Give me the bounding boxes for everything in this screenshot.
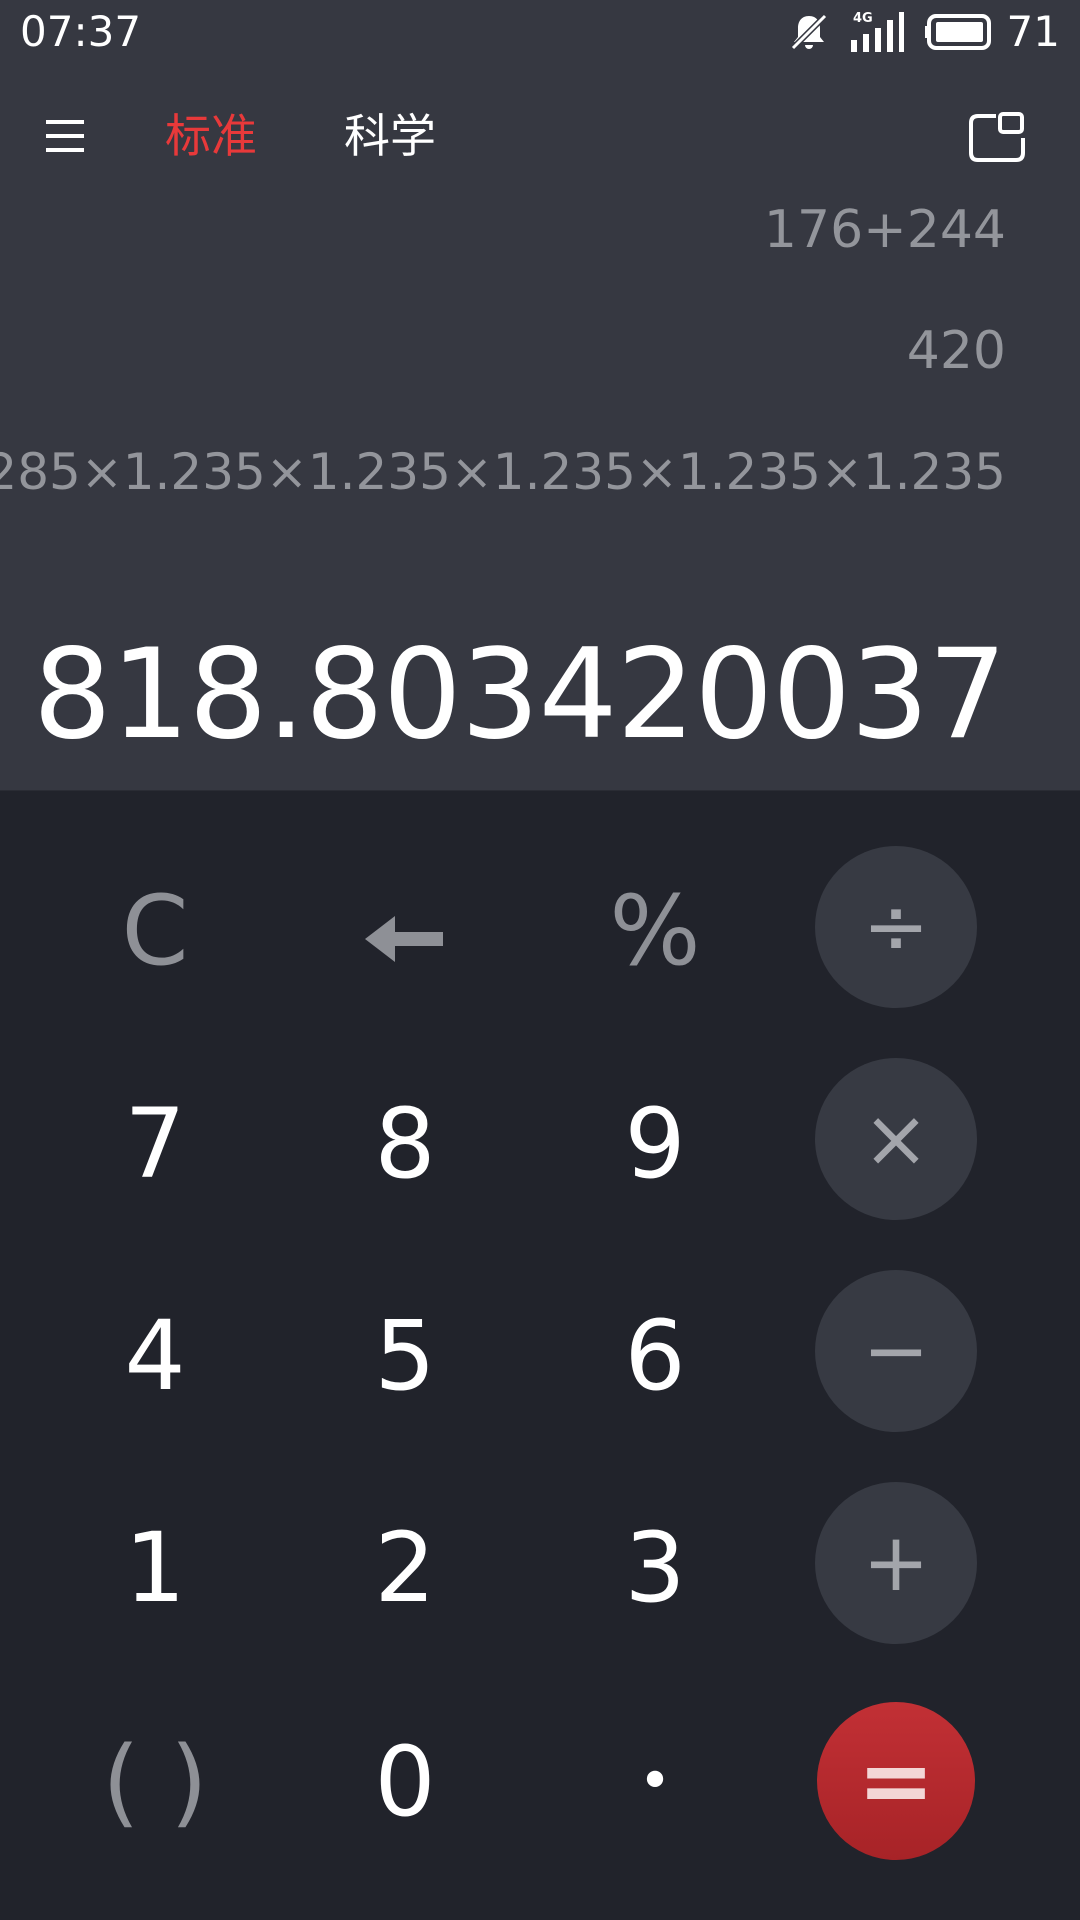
backspace-button[interactable]	[305, 851, 505, 1011]
backspace-arrow-icon	[365, 881, 445, 981]
digit-5-button[interactable]: 5	[305, 1276, 505, 1436]
tab-standard[interactable]: 标准	[165, 106, 257, 166]
digit-3-button[interactable]: 3	[555, 1488, 755, 1648]
display-area: 07:37 4G 71 标准 科学 176+244 420 285×1.235×…	[0, 0, 1080, 791]
network-type-label: 4G	[853, 11, 873, 26]
digit-4-button[interactable]: 4	[55, 1276, 255, 1436]
tab-scientific[interactable]: 科学	[344, 106, 436, 166]
battery-icon	[924, 12, 997, 52]
digit-7-button[interactable]: 7	[55, 1064, 255, 1224]
picture-in-picture-icon[interactable]	[968, 112, 1026, 164]
digit-2-button[interactable]: 2	[305, 1488, 505, 1648]
digit-8-button[interactable]: 8	[305, 1064, 505, 1224]
result-display[interactable]: 818.803420037	[33, 625, 1007, 765]
subtract-button[interactable]: −	[815, 1270, 977, 1432]
percent-button[interactable]: %	[555, 851, 755, 1011]
equals-button[interactable]: =	[817, 1702, 975, 1860]
battery-level: 71	[1006, 7, 1060, 56]
history-result-1[interactable]: 420	[907, 321, 1006, 381]
history-expression-1[interactable]: 176+244	[764, 200, 1006, 260]
digit-9-button[interactable]: 9	[555, 1064, 755, 1224]
status-time: 07:37	[20, 7, 142, 56]
keypad: C % ÷ 7 8 9 × 4 5 6 − 1 2 3 + ( ) 0 • =	[0, 791, 1080, 1920]
bell-off-icon	[787, 10, 831, 54]
app-header: 标准 科学	[0, 90, 1080, 186]
divide-button[interactable]: ÷	[815, 846, 977, 1008]
decimal-button[interactable]: •	[555, 1702, 755, 1862]
digit-6-button[interactable]: 6	[555, 1276, 755, 1436]
digit-0-button[interactable]: 0	[305, 1702, 505, 1862]
parentheses-button[interactable]: ( )	[55, 1702, 255, 1862]
menu-icon[interactable]	[46, 116, 86, 156]
current-expression[interactable]: 285×1.235×1.235×1.235×1.235×1.235	[0, 442, 1006, 502]
add-button[interactable]: +	[815, 1482, 977, 1644]
status-icons: 4G 71	[787, 6, 1060, 58]
clear-button[interactable]: C	[55, 851, 255, 1011]
calculator-screen: 07:37 4G 71 标准 科学 176+244 420 285×1.235×…	[0, 0, 1080, 1920]
signal-icon: 4G	[849, 10, 905, 54]
status-bar: 07:37 4G 71	[0, 0, 1080, 64]
multiply-button[interactable]: ×	[815, 1058, 977, 1220]
digit-1-button[interactable]: 1	[55, 1488, 255, 1648]
